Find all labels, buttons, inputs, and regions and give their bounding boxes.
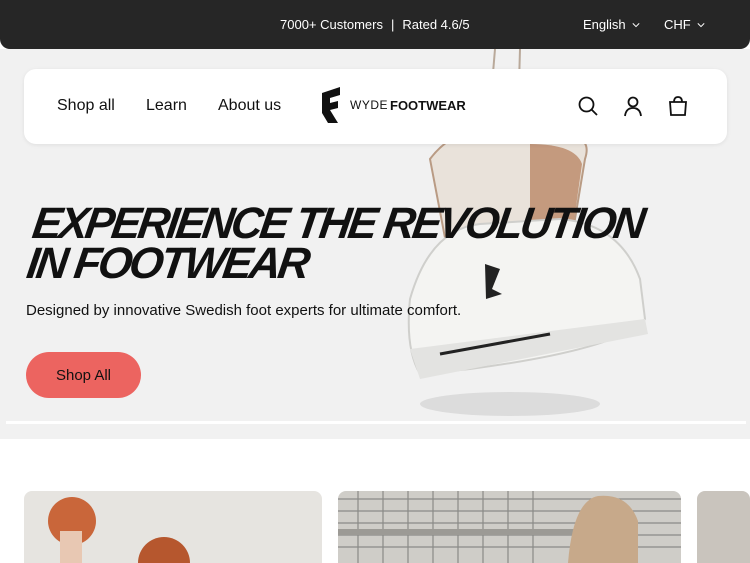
collection-card[interactable] — [24, 491, 322, 563]
search-icon[interactable] — [577, 95, 599, 117]
logo-text-footwear: FOOTWEAR — [390, 97, 466, 113]
rating-text: Rated 4.6/5 — [402, 17, 470, 32]
chevron-down-icon — [697, 22, 705, 27]
nav-shop-all[interactable]: Shop all — [57, 97, 115, 115]
brand-logo[interactable]: WYDE FOOTWEAR — [318, 85, 466, 125]
model-photo — [48, 497, 190, 563]
main-navigation: Shop all Learn About us WYDE FOOTWEAR — [24, 69, 727, 144]
hero-divider — [6, 421, 746, 424]
nav-learn[interactable]: Learn — [146, 97, 187, 115]
nav-about-us[interactable]: About us — [218, 97, 281, 115]
customers-count: 7000+ Customers — [280, 17, 383, 32]
model-photo — [338, 491, 681, 563]
collection-card[interactable] — [338, 491, 681, 563]
collection-card[interactable] — [697, 491, 750, 563]
hero-subtitle: Designed by innovative Swedish foot expe… — [26, 302, 462, 319]
separator: | — [390, 17, 395, 32]
shop-all-button[interactable]: Shop All — [26, 352, 141, 398]
chevron-down-icon — [632, 22, 640, 27]
language-selector[interactable]: English — [583, 17, 640, 32]
announcement-message: 7000+ Customers | Rated 4.6/5 — [280, 17, 470, 32]
language-label: English — [583, 17, 626, 32]
currency-selector[interactable]: CHF — [664, 17, 705, 32]
currency-label: CHF — [664, 17, 691, 32]
logo-text-wyde: WYDE — [350, 98, 388, 112]
wyde-logo-icon — [322, 87, 340, 123]
hero-headline: EXPERIENCE THE REVOLUTION IN FOOTWEAR — [23, 199, 646, 288]
account-icon[interactable] — [622, 95, 644, 117]
cart-icon[interactable] — [667, 95, 689, 117]
announcement-bar: 7000+ Customers | Rated 4.6/5 English CHF — [0, 0, 750, 49]
